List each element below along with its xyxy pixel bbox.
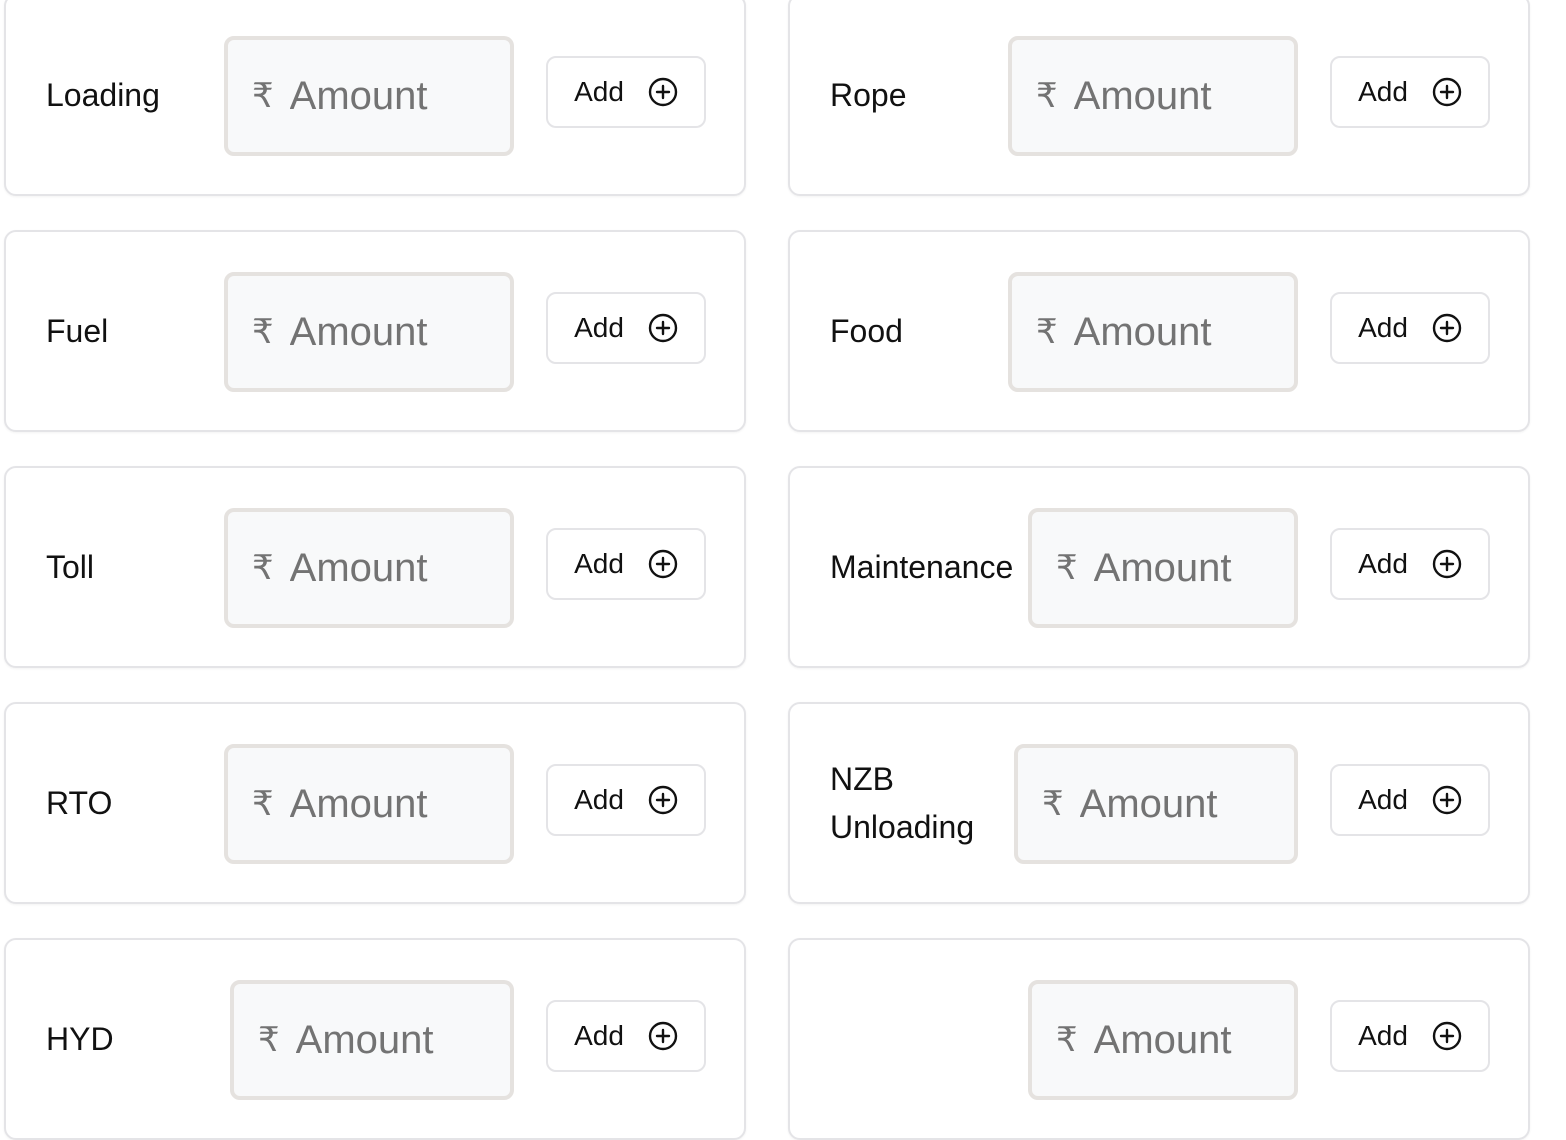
add-button-label: Add — [574, 548, 624, 579]
plus-circle-icon — [648, 785, 678, 815]
rupee-icon: ₹ — [252, 312, 274, 352]
expense-label: Maintenance — [830, 549, 1014, 585]
add-button-label: Add — [1358, 76, 1408, 107]
amount-input[interactable] — [295, 1017, 476, 1063]
add-button[interactable]: Add — [1330, 292, 1490, 364]
expense-card-loading: Loading ₹ Add — [4, 0, 746, 196]
plus-circle-icon — [1432, 77, 1462, 107]
amount-input[interactable] — [1093, 1017, 1274, 1063]
add-button-label: Add — [574, 312, 624, 343]
add-button-label: Add — [574, 76, 624, 107]
expense-card-grid: Loading ₹ Add Rope ₹ Add Fuel ₹ Add — [4, 0, 1530, 1140]
add-button-label: Add — [1358, 784, 1408, 815]
add-button[interactable]: Add — [546, 1000, 706, 1072]
expense-card-hyd: HYD ₹ Add — [4, 938, 746, 1140]
expense-label: Loading — [46, 77, 160, 113]
plus-circle-icon — [1432, 549, 1462, 579]
amount-input[interactable] — [289, 73, 470, 119]
amount-field[interactable]: ₹ — [1014, 744, 1298, 864]
add-button[interactable]: Add — [1330, 528, 1490, 600]
plus-circle-icon — [648, 77, 678, 107]
plus-circle-icon — [648, 313, 678, 343]
plus-circle-icon — [648, 1021, 678, 1051]
expense-label: NZB Unloading — [830, 761, 975, 845]
expense-card-toll: Toll ₹ Add — [4, 466, 746, 668]
expense-label: Food — [830, 313, 903, 349]
expense-label: RTO — [46, 785, 113, 821]
expense-card-rto: RTO ₹ Add — [4, 702, 746, 904]
add-button-label: Add — [1358, 1020, 1408, 1051]
rupee-icon: ₹ — [252, 76, 274, 116]
amount-field[interactable]: ₹ — [1028, 980, 1298, 1100]
amount-field[interactable]: ₹ — [224, 744, 514, 864]
rupee-icon: ₹ — [1042, 784, 1064, 824]
amount-input[interactable] — [1073, 309, 1254, 355]
rupee-icon: ₹ — [1056, 548, 1078, 588]
add-button[interactable]: Add — [546, 56, 706, 128]
add-button[interactable]: Add — [1330, 764, 1490, 836]
add-button[interactable]: Add — [546, 764, 706, 836]
amount-field[interactable]: ₹ — [224, 36, 514, 156]
amount-field[interactable]: ₹ — [224, 508, 514, 628]
expense-card-maintenance: Maintenance ₹ Add — [788, 466, 1530, 668]
expense-card-fuel: Fuel ₹ Add — [4, 230, 746, 432]
amount-field[interactable]: ₹ — [1008, 36, 1298, 156]
expense-label: Toll — [46, 549, 95, 585]
rupee-icon: ₹ — [258, 1020, 280, 1060]
amount-input[interactable] — [289, 781, 470, 827]
plus-circle-icon — [648, 549, 678, 579]
expense-label: Rope — [830, 77, 907, 113]
rupee-icon: ₹ — [1056, 1020, 1078, 1060]
expense-card-nzb-unloading: NZB Unloading ₹ Add — [788, 702, 1530, 904]
amount-field[interactable]: ₹ — [224, 272, 514, 392]
add-button[interactable]: Add — [546, 528, 706, 600]
expense-card-next: ₹ Add — [788, 938, 1530, 1140]
amount-input[interactable] — [289, 309, 470, 355]
add-button-label: Add — [1358, 548, 1408, 579]
amount-input[interactable] — [289, 545, 470, 591]
rupee-icon: ₹ — [252, 548, 274, 588]
amount-input[interactable] — [1079, 781, 1260, 827]
expense-label: Fuel — [46, 313, 109, 349]
add-button[interactable]: Add — [1330, 1000, 1490, 1072]
add-button[interactable]: Add — [1330, 56, 1490, 128]
rupee-icon: ₹ — [252, 784, 274, 824]
add-button-label: Add — [574, 784, 624, 815]
add-button-label: Add — [1358, 312, 1408, 343]
add-button-label: Add — [574, 1020, 624, 1051]
plus-circle-icon — [1432, 313, 1462, 343]
amount-input[interactable] — [1093, 545, 1274, 591]
expense-card-food: Food ₹ Add — [788, 230, 1530, 432]
expense-card-rope: Rope ₹ Add — [788, 0, 1530, 196]
expense-label: HYD — [46, 1021, 114, 1057]
plus-circle-icon — [1432, 785, 1462, 815]
amount-field[interactable]: ₹ — [230, 980, 514, 1100]
expense-label — [830, 940, 1010, 1138]
amount-field[interactable]: ₹ — [1008, 272, 1298, 392]
add-button[interactable]: Add — [546, 292, 706, 364]
rupee-icon: ₹ — [1036, 312, 1058, 352]
amount-input[interactable] — [1073, 73, 1254, 119]
plus-circle-icon — [1432, 1021, 1462, 1051]
rupee-icon: ₹ — [1036, 76, 1058, 116]
amount-field[interactable]: ₹ — [1028, 508, 1298, 628]
